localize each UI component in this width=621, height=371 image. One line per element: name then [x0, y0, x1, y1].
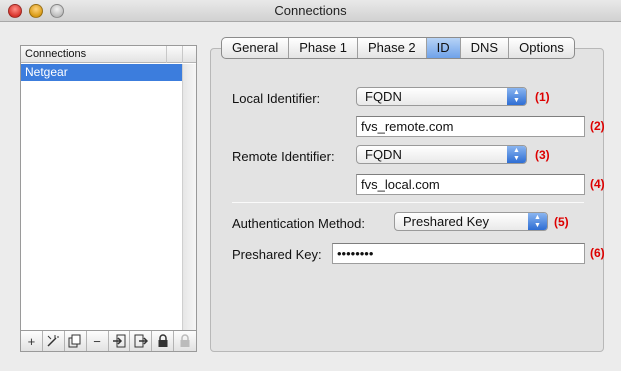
tab-options[interactable]: Options	[509, 38, 574, 58]
section-divider	[232, 202, 584, 203]
authentication-method-value: Preshared Key	[403, 214, 489, 229]
import-icon[interactable]	[109, 331, 131, 351]
copy-icon[interactable]	[65, 331, 87, 351]
tab-phase-1[interactable]: Phase 1	[289, 38, 358, 58]
remote-identifier-value: FQDN	[365, 147, 402, 162]
local-identifier-field[interactable]: fvs_remote.com	[356, 116, 585, 137]
local-identifier-value: FQDN	[365, 89, 402, 104]
annotation-4: (4)	[590, 177, 605, 191]
annotation-3: (3)	[535, 148, 550, 162]
plus-icon[interactable]: +	[21, 331, 43, 351]
tab-bar: General Phase 1 Phase 2 ID DNS Options	[221, 37, 575, 59]
export-icon[interactable]	[130, 331, 153, 351]
lock-icon[interactable]	[152, 331, 175, 351]
authentication-method-select[interactable]: Preshared Key ▲ ▼	[394, 212, 548, 231]
connections-window: Connections Connections Netgear + − Gene…	[0, 0, 621, 371]
local-identifier-label: Local Identifier:	[232, 91, 321, 106]
annotation-2: (2)	[590, 119, 605, 133]
column-header-3[interactable]	[182, 46, 196, 63]
title-bar: Connections	[0, 0, 621, 22]
remote-identifier-select[interactable]: FQDN ▲ ▼	[356, 145, 527, 164]
select-arrows-icon: ▲ ▼	[507, 88, 526, 105]
list-scrollbar[interactable]	[182, 64, 196, 330]
annotation-5: (5)	[554, 215, 569, 229]
list-item[interactable]: Netgear	[21, 64, 182, 81]
wand-icon[interactable]	[43, 331, 65, 351]
connections-list-header: Connections	[21, 46, 196, 63]
select-arrows-icon: ▲ ▼	[528, 213, 547, 230]
tab-dns[interactable]: DNS	[461, 38, 510, 58]
remote-identifier-label: Remote Identifier:	[232, 149, 335, 164]
local-identifier-select[interactable]: FQDN ▲ ▼	[356, 87, 527, 106]
authentication-method-label: Authentication Method:	[232, 216, 365, 231]
annotation-6: (6)	[590, 246, 605, 260]
remote-identifier-field[interactable]: fvs_local.com	[356, 174, 585, 195]
annotation-1: (1)	[535, 90, 550, 104]
connections-list: Connections Netgear	[20, 45, 197, 331]
column-header-2[interactable]	[166, 46, 182, 63]
tab-general[interactable]: General	[222, 38, 290, 58]
preshared-key-label: Preshared Key:	[232, 247, 322, 262]
connections-column-header[interactable]: Connections	[25, 48, 86, 60]
preshared-key-field[interactable]: ••••••••	[332, 243, 585, 264]
window-title: Connections	[274, 3, 347, 18]
select-arrows-icon: ▲ ▼	[507, 146, 526, 163]
minus-icon[interactable]: −	[87, 331, 109, 351]
tab-id[interactable]: ID	[426, 38, 461, 58]
connections-toolbar: + −	[20, 331, 197, 352]
lock-disabled-icon	[174, 331, 196, 351]
tab-phase-2[interactable]: Phase 2	[358, 38, 427, 58]
